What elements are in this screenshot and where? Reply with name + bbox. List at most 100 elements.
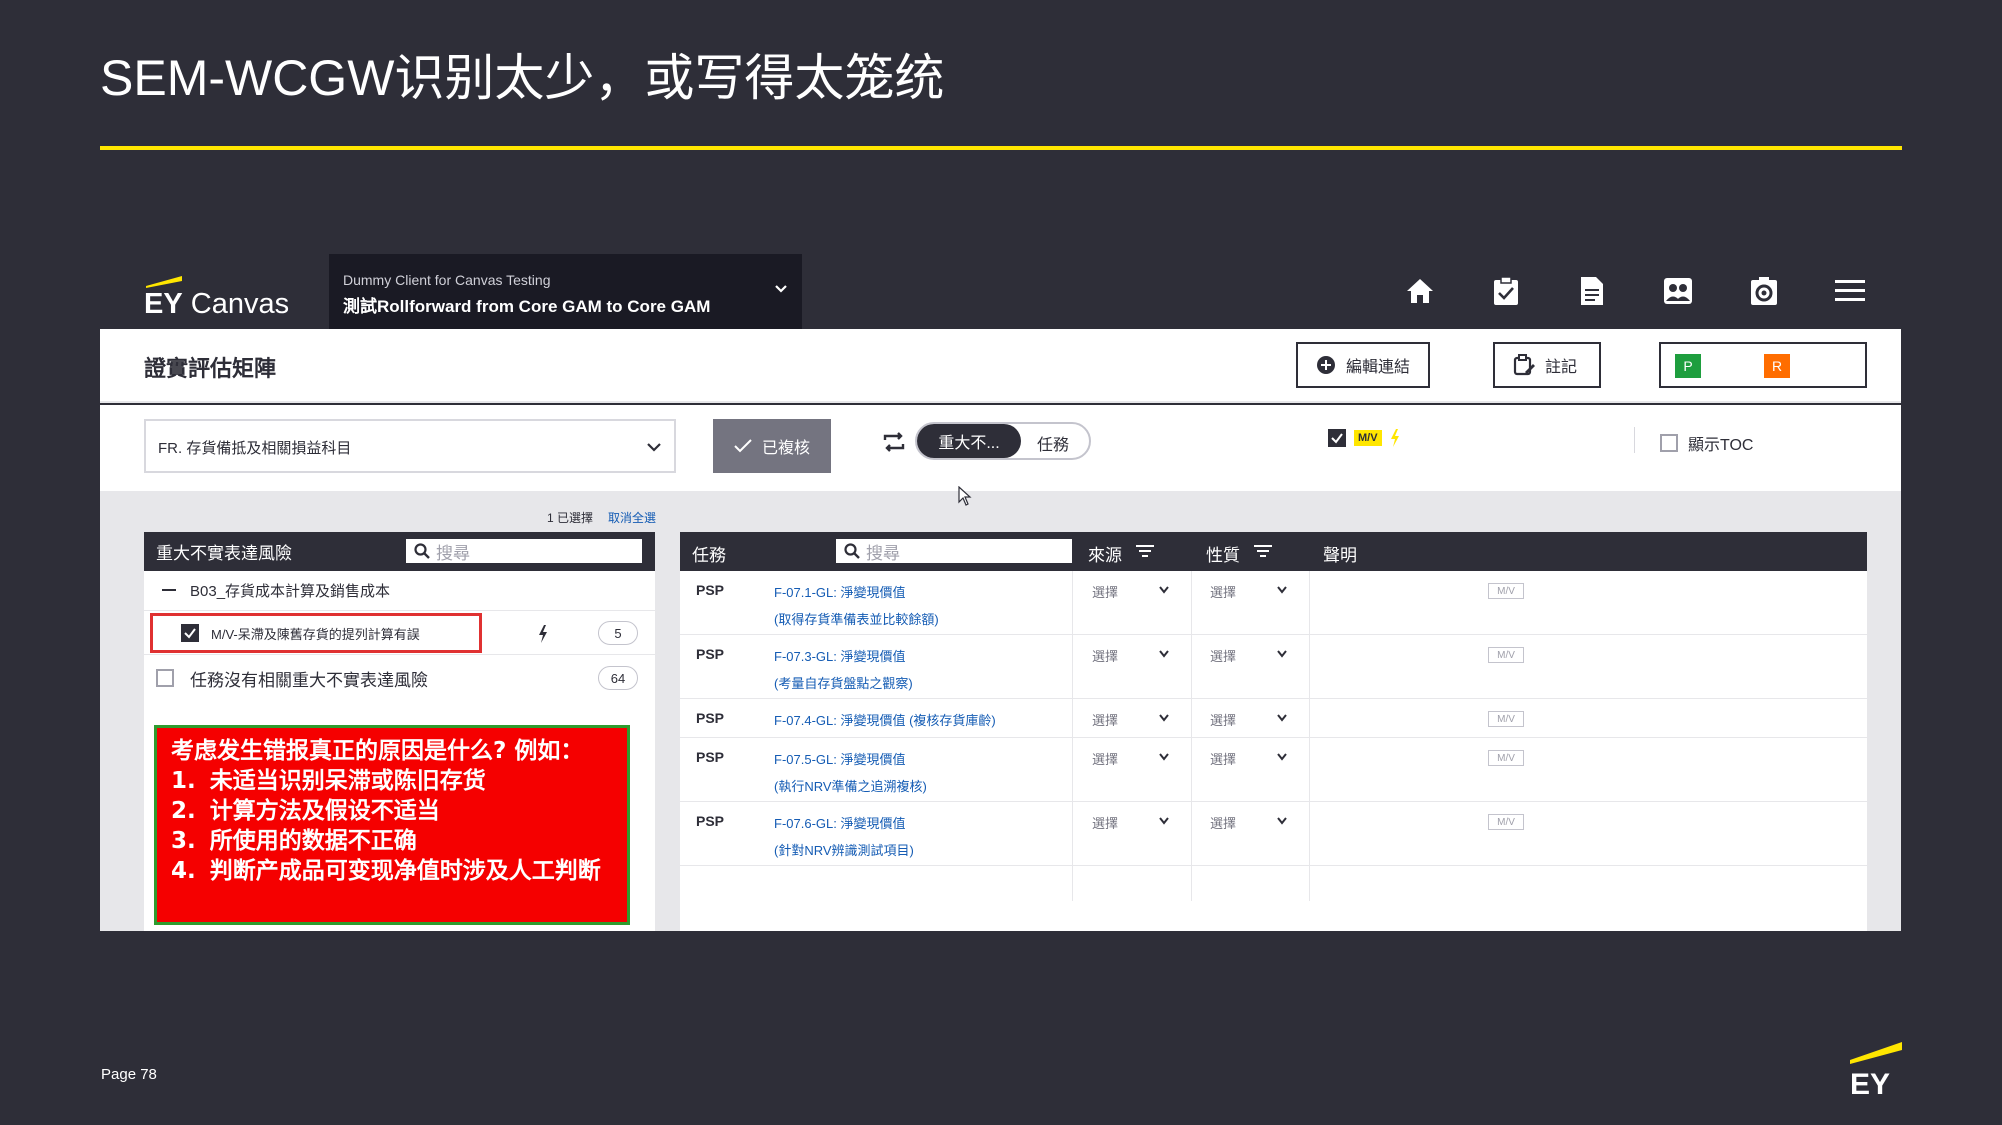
notes-button[interactable]: 註記 [1493,342,1601,388]
source-select[interactable]: 選擇 [1092,813,1118,832]
nature-select[interactable]: 選擇 [1210,582,1236,601]
mv-checkbox[interactable] [1328,429,1346,447]
edit-links-button[interactable]: 編輯連結 [1296,342,1431,388]
task-type: PSP [696,710,725,726]
table-row[interactable]: PSP F-07.1-GL: 淨變現價值 (取得存貨準備表並比較餘額) 選擇 選… [680,571,1867,635]
hamburger-menu-icon[interactable] [1833,274,1867,308]
col-nature[interactable]: 性質 [1206,541,1240,566]
chevron-down-icon[interactable] [1158,752,1170,762]
task-link[interactable]: F-07.6-GL: 淨變現價值 [774,813,905,832]
risk-search-input[interactable]: 搜尋 [406,539,642,563]
document-icon[interactable] [1575,274,1609,308]
col-source[interactable]: 來源 [1088,541,1122,566]
callout-item: 2. 计算方法及假设不适当 [171,798,440,824]
lightning-bolt-icon [1390,429,1399,447]
no-risk-checkbox[interactable] [156,669,174,687]
chevron-down-icon[interactable] [1158,816,1170,826]
nature-select[interactable]: 選擇 [1210,646,1236,665]
show-toc-option[interactable]: 顯示TOC [1660,431,1754,455]
chevron-down-icon[interactable] [1158,713,1170,723]
mv-assertion: M/V [1488,583,1524,599]
chevron-down-icon [775,285,787,293]
top-nav [1403,274,1867,308]
col-task: 任務 [692,546,726,565]
chevron-down-icon[interactable] [1276,713,1288,723]
source-select[interactable]: 選擇 [1092,710,1118,729]
reviewed-button[interactable]: 已複核 [713,419,831,473]
risk-search-placeholder: 搜尋 [436,543,470,563]
chevron-down-icon[interactable] [1276,752,1288,762]
collapse-icon[interactable] [162,588,176,593]
mv-tag: M/V [1354,430,1382,446]
reviewer-badge[interactable]: R [1764,354,1790,378]
mv-filter[interactable]: M/V [1328,429,1400,447]
risk-panel: 重大不實表達風險 搜尋 B03_存貨成本計算及銷售成本 M/V-呆滯及陳舊存貨的… [144,532,655,931]
task-subtitle[interactable]: (取得存貨準備表並比較餘額) [774,609,939,628]
chevron-down-icon[interactable] [1276,816,1288,826]
source-select[interactable]: 選擇 [1092,582,1118,601]
no-risk-label: 任務沒有相關重大不實表達風險 [190,670,428,690]
table-row[interactable]: PSP F-07.6-GL: 淨變現價值 (針對NRV辨識測試項目) 選擇 選擇… [680,802,1867,866]
task-subtitle[interactable]: (考量自存貨盤點之觀察) [774,673,913,692]
view-toggle[interactable]: 重大不... 任務 [915,422,1091,460]
callout-item: 1. 未适当识别呆滞或陈旧存货 [171,768,486,794]
toc-checkbox[interactable] [1660,434,1678,452]
task-link[interactable]: F-07.3-GL: 淨變現價值 [774,646,905,665]
swap-icon[interactable] [883,432,905,452]
filter-icon[interactable] [1254,544,1272,558]
deselect-all-link[interactable]: 取消全選 [608,509,656,526]
mouse-cursor-icon [958,486,972,506]
risk-group[interactable]: B03_存貨成本計算及銷售成本 [144,571,655,611]
table-row[interactable]: PSP F-07.4-GL: 淨變現價值 (複核存貨庫齡) 選擇 選擇 M/V [680,699,1867,738]
task-link[interactable]: F-07.5-GL: 淨變現價值 [774,749,905,768]
chevron-down-icon[interactable] [1158,649,1170,659]
nature-select[interactable]: 選擇 [1210,813,1236,832]
task-subtitle[interactable]: (執行NRV準備之追溯複核) [774,776,927,795]
risk-item[interactable]: M/V-呆滯及陳舊存貨的提列計算有誤 5 [144,611,655,655]
callout-list: 1. 未适当识别呆滞或陈旧存货 2. 计算方法及假设不适当 3. 所使用的数据不正确 … [171,766,613,886]
home-icon[interactable] [1403,274,1437,308]
clipboard-check-icon[interactable] [1489,274,1523,308]
engagement-name: 測試Rollforward from Core GAM to Core GAM [343,297,711,316]
nature-select[interactable]: 選擇 [1210,749,1236,768]
edit-links-label: 編輯連結 [1346,359,1411,376]
task-panel-header: 任務 搜尋 來源 性質 聲明 [680,532,1867,571]
mv-assertion: M/V [1488,750,1524,766]
risk-checkbox[interactable] [181,624,199,642]
preparer-badge[interactable]: P [1675,354,1701,378]
notes-label: 註記 [1545,359,1578,376]
filter-bar: FR. 存貨備抵及相關損益科目 已複核 重大不... 任務 M/V 顯示TOC [100,405,1901,491]
nature-select[interactable]: 選擇 [1210,710,1236,729]
chevron-down-icon[interactable] [1276,585,1288,595]
table-row[interactable]: PSP F-07.5-GL: 淨變現價值 (執行NRV準備之追溯複核) 選擇 選… [680,738,1867,802]
client-name: Dummy Client for Canvas Testing [343,272,551,288]
signoff-box[interactable]: P R [1659,342,1867,388]
task-subtitle[interactable]: (針對NRV辨識測試項目) [774,840,914,859]
app-header: EY Canvas Dummy Client for Canvas Testin… [100,254,1901,329]
task-type: PSP [696,813,725,829]
client-selector[interactable]: Dummy Client for Canvas Testing 測試Rollfo… [329,254,802,329]
checkmark-icon [184,628,196,639]
no-risk-item[interactable]: 任務沒有相關重大不實表達風險 64 [144,655,655,701]
task-search-input[interactable]: 搜尋 [836,539,1072,563]
source-select[interactable]: 選擇 [1092,646,1118,665]
slide-title: SEM-WCGW识别太少，或写得太笼统 [100,50,945,106]
checkmark-icon [734,439,752,453]
checkmark-icon [1331,433,1343,444]
table-row[interactable]: PSP F-07.3-GL: 淨變現價值 (考量自存貨盤點之觀察) 選擇 選擇 … [680,635,1867,699]
toggle-tasks[interactable]: 任務 [1037,431,1069,455]
risk-panel-title: 重大不實表達風險 [156,544,292,563]
people-icon[interactable] [1661,274,1695,308]
filter-icon[interactable] [1136,544,1154,558]
source-select[interactable]: 選擇 [1092,749,1118,768]
chevron-down-icon[interactable] [1276,649,1288,659]
chevron-down-icon[interactable] [1158,585,1170,595]
task-link[interactable]: F-07.1-GL: 淨變現價值 [774,582,905,601]
account-dropdown[interactable]: FR. 存貨備抵及相關損益科目 [144,419,676,473]
toggle-risks[interactable]: 重大不... [917,424,1021,458]
settings-gear-icon[interactable] [1747,274,1781,308]
task-type: PSP [696,582,725,598]
brand-ey: EY [144,288,183,320]
highlighted-risk[interactable]: M/V-呆滯及陳舊存貨的提列計算有誤 [150,613,482,653]
task-link[interactable]: F-07.4-GL: 淨變現價值 (複核存貨庫齡) [774,710,996,729]
